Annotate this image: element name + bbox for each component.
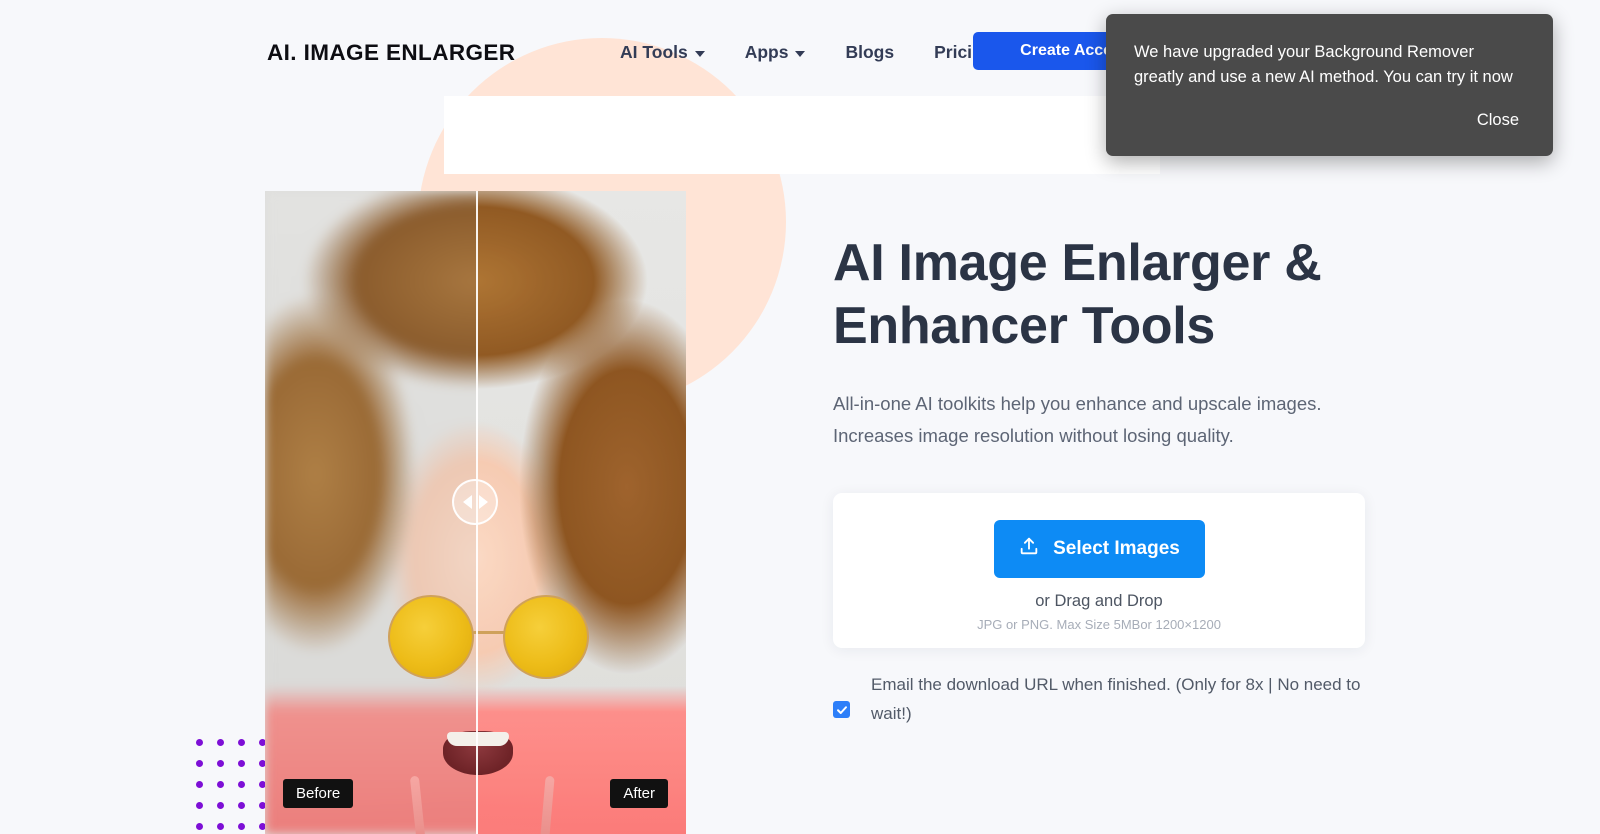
nav-item-blogs[interactable]: Blogs xyxy=(845,38,914,67)
after-label: After xyxy=(610,779,668,808)
page-title: AI Image Enlarger & Enhancer Tools xyxy=(833,234,1322,355)
nav-item-apps[interactable]: Apps xyxy=(745,38,826,67)
upload-limits-text: JPG or PNG. Max Size 5MBor 1200×1200 xyxy=(977,617,1221,632)
select-images-button[interactable]: Select Images xyxy=(993,520,1205,578)
email-option-label: Email the download URL when finished. (O… xyxy=(871,675,1361,723)
decorative-dot xyxy=(217,739,224,746)
after-image-pane xyxy=(476,191,686,834)
nav-item-ai-tools[interactable]: AI Tools xyxy=(620,38,725,67)
nav-item-label: AI Tools xyxy=(620,42,688,62)
email-option-row: Email the download URL when finished. (O… xyxy=(833,670,1365,728)
decorative-dot xyxy=(217,760,224,767)
hero-content: AI Image Enlarger & Enhancer Tools All-i… xyxy=(833,232,1393,728)
decorative-dot-grid xyxy=(196,739,268,834)
nav-item-label: Apps xyxy=(744,42,789,62)
decorative-dot xyxy=(238,802,245,809)
decorative-dot xyxy=(217,823,224,830)
before-image-pane xyxy=(265,191,476,834)
hero-subtitle: All-in-one AI toolkits help you enhance … xyxy=(833,393,1322,446)
portrait-image-before xyxy=(265,191,476,834)
portrait-image-after xyxy=(476,191,686,834)
page-root: AI. IMAGE ENLARGER AI Tools Apps Blogs P… xyxy=(0,0,1600,834)
arrow-left-icon xyxy=(462,495,472,509)
comparison-slider-handle[interactable] xyxy=(452,479,498,525)
chevron-down-icon xyxy=(694,51,705,57)
brand-logo[interactable]: AI. IMAGE ENLARGER xyxy=(267,40,515,66)
decorative-dot xyxy=(196,739,203,746)
decorative-dot xyxy=(196,823,203,830)
decorative-dot xyxy=(238,739,245,746)
decorative-dot xyxy=(196,760,203,767)
arrow-right-icon xyxy=(478,495,488,509)
banner-placeholder xyxy=(444,96,1160,174)
toast-message: We have upgraded your Background Remover… xyxy=(1134,43,1513,86)
decorative-dot xyxy=(217,802,224,809)
main-navigation: AI Tools Apps Blogs Pricing xyxy=(620,38,1013,67)
decorative-dot xyxy=(238,823,245,830)
chevron-down-icon xyxy=(795,51,806,57)
decorative-dot xyxy=(196,802,203,809)
toast-close-button[interactable]: Close xyxy=(1471,109,1525,132)
decorative-dot xyxy=(238,781,245,788)
email-url-checkbox[interactable] xyxy=(833,701,850,718)
before-after-comparison[interactable]: Before After xyxy=(265,191,686,834)
select-images-label: Select Images xyxy=(1053,538,1180,559)
upload-dropzone[interactable]: Select Images or Drag and Drop JPG or PN… xyxy=(833,493,1365,648)
decorative-dot xyxy=(196,781,203,788)
decorative-dot xyxy=(238,760,245,767)
before-label: Before xyxy=(283,779,354,808)
notification-toast: We have upgraded your Background Remover… xyxy=(1106,14,1553,156)
decorative-dot xyxy=(217,781,224,788)
nav-item-label: Blogs xyxy=(845,42,895,62)
upload-icon xyxy=(1018,535,1040,563)
drag-and-drop-text: or Drag and Drop xyxy=(1035,592,1163,610)
